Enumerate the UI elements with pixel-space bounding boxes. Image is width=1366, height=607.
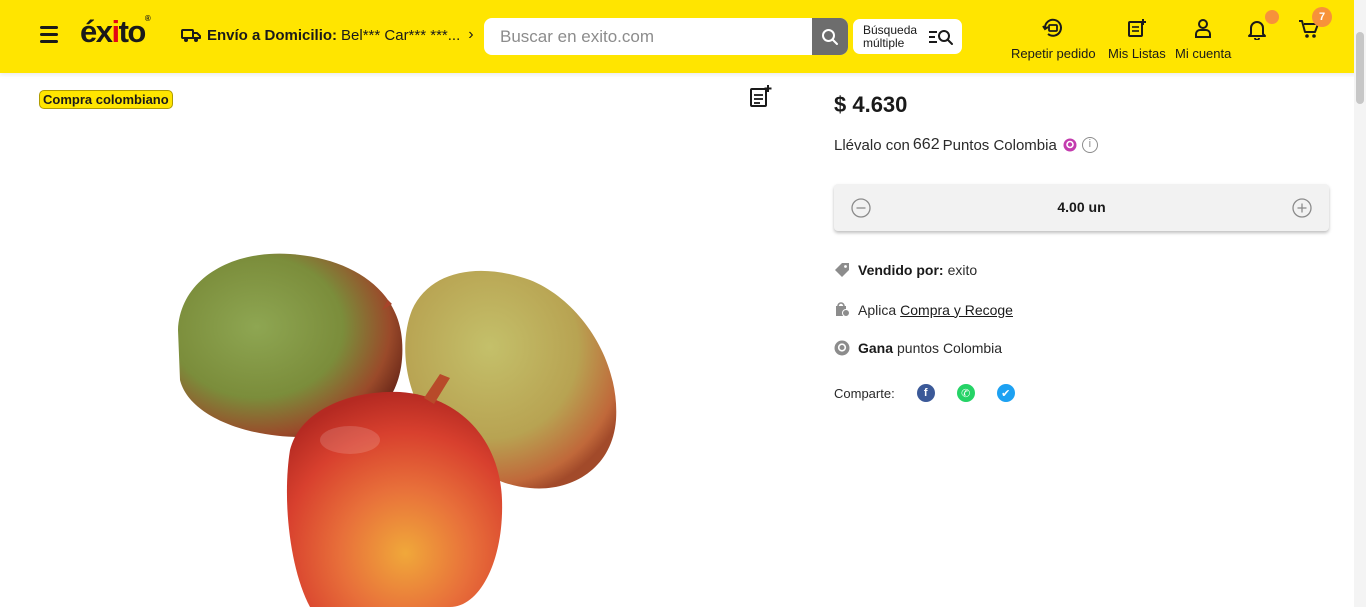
repeat-order-button[interactable]: Repetir pedido <box>1011 18 1096 61</box>
share-label: Comparte: <box>834 385 895 401</box>
user-icon <box>1195 19 1212 38</box>
product-price: $ 4.630 <box>834 92 908 117</box>
tag-icon <box>835 263 849 277</box>
compra-y-recoge-link[interactable]: Compra y Recoge <box>900 302 1013 318</box>
share-row: Comparte: f ✆ ✔ <box>834 384 1015 402</box>
bell-icon <box>1248 21 1266 41</box>
list-icon <box>1127 19 1146 37</box>
quantity-value: 4.00 un <box>1057 199 1106 215</box>
whatsapp-icon[interactable]: ✆ <box>956 384 975 402</box>
delivery-address: Bel*** Car*** ***... <box>341 26 461 44</box>
my-lists-label: Mis Listas <box>1108 46 1166 61</box>
product-image-mangoes <box>178 253 617 607</box>
header: éxito® Envío a Domicilio: Bel*** Car*** … <box>0 0 1366 73</box>
scroll-thumb[interactable] <box>1356 32 1364 104</box>
search-input[interactable] <box>484 18 812 55</box>
puntos-value: 662 <box>912 136 940 153</box>
search-bar <box>484 18 848 55</box>
repeat-order-icon <box>1042 18 1063 37</box>
add-to-list-icon <box>750 85 772 107</box>
repeat-order-label: Repetir pedido <box>1011 46 1096 61</box>
store-pickup-icon <box>836 302 850 317</box>
sold-by-value: exito <box>947 262 978 278</box>
earn-label: Gana <box>858 340 894 356</box>
notification-dot <box>1265 10 1279 24</box>
my-account-button[interactable]: Mi cuenta <box>1175 18 1231 61</box>
exito-logo[interactable]: éxito® <box>80 14 151 50</box>
cart-button[interactable]: 7 <box>1298 7 1332 45</box>
multi-search-label: Búsqueda múltiple <box>863 23 918 50</box>
puntos-prefix: Llévalo con <box>834 136 910 154</box>
quantity-stepper: 4.00 un <box>834 184 1329 231</box>
puntos-suffix: Puntos Colombia <box>942 136 1057 154</box>
plus-icon[interactable] <box>1292 198 1312 218</box>
multi-search-icon <box>929 30 953 45</box>
pickup-row: Aplica Compra y Recoge <box>834 301 1013 318</box>
chevron-right-icon: › <box>468 26 474 43</box>
earn-value: puntos Colombia <box>897 340 1003 356</box>
facebook-icon[interactable]: f <box>916 384 935 402</box>
delivery-selector[interactable]: Envío a Domicilio: Bel*** Car*** ***... … <box>181 26 474 44</box>
info-icon[interactable]: i <box>1081 137 1098 153</box>
menu-icon[interactable] <box>40 26 60 44</box>
puntos-colombia-row: Llévalo con 662 Puntos Colombia i <box>834 136 1098 154</box>
puntos-icon <box>1063 138 1077 152</box>
my-lists-button[interactable]: Mis Listas <box>1108 18 1166 61</box>
my-account-label: Mi cuenta <box>1175 46 1232 61</box>
cart-count-badge: 7 <box>1312 7 1332 27</box>
sold-by-label: Vendido por: <box>858 262 944 278</box>
multi-search-button[interactable]: Búsqueda múltiple <box>853 19 962 54</box>
search-icon <box>822 28 838 45</box>
compra-colombiano-badge: Compra colombiano <box>39 90 173 109</box>
add-to-list-button[interactable] <box>749 84 773 113</box>
truck-icon <box>181 29 201 42</box>
search-button[interactable] <box>812 18 848 55</box>
puntos-outline-icon <box>834 340 850 356</box>
twitter-icon[interactable]: ✔ <box>996 384 1015 402</box>
notifications-button[interactable] <box>1246 10 1279 45</box>
delivery-label: Envío a Domicilio: <box>207 26 338 44</box>
sold-by-row: Vendido por: exito <box>834 262 977 278</box>
page-scrollbar[interactable] <box>1354 0 1366 607</box>
earn-points-row: Gana puntos Colombia <box>834 340 1002 356</box>
pickup-prefix: Aplica <box>858 301 897 318</box>
